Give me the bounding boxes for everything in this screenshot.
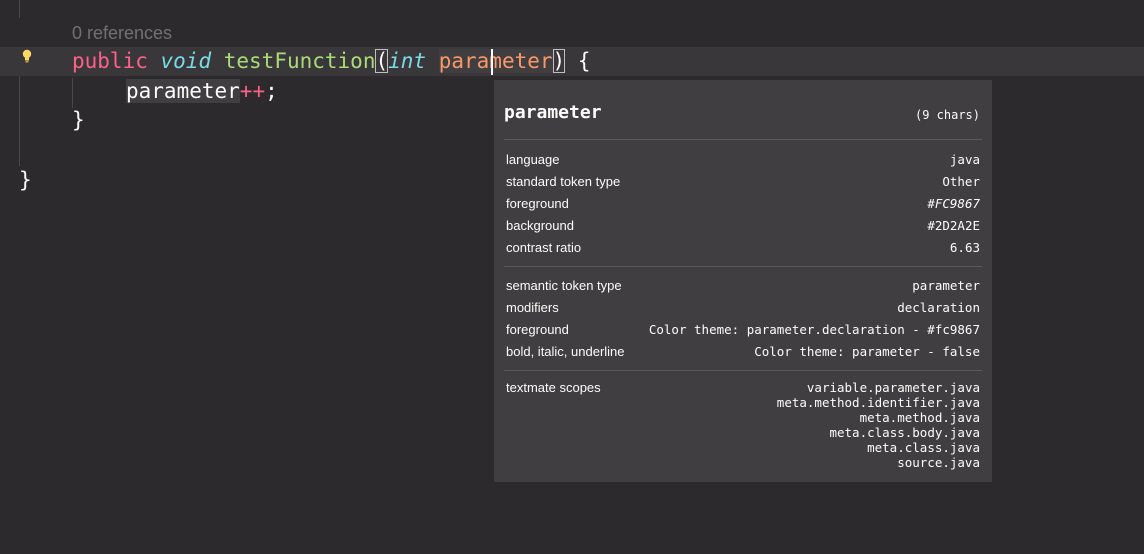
scope-item: variable.parameter.java: [806, 380, 980, 395]
separator: [504, 266, 982, 267]
indent-guide: [19, 0, 20, 18]
open-paren: (: [375, 49, 389, 73]
token-inspector-hover: parameter (9 chars) language java standar…: [493, 79, 993, 483]
code-line-3[interactable]: }: [72, 106, 85, 135]
info-row: background #2D2A2E: [506, 218, 980, 233]
char-count: (9 chars): [914, 108, 980, 122]
scopes-label: textmate scopes: [506, 380, 601, 395]
close-brace: }: [19, 168, 32, 192]
close-paren: ): [552, 49, 566, 73]
text-cursor: [491, 49, 493, 75]
code-line-5[interactable]: }: [19, 166, 32, 195]
keyword-void: void: [160, 49, 212, 73]
parameter-token: parameter: [438, 49, 553, 73]
close-brace: }: [72, 108, 85, 132]
scope-item: source.java: [897, 455, 980, 470]
code-editor[interactable]: 0 references public void testFunction(in…: [0, 0, 1144, 554]
keyword-public: public: [72, 49, 148, 73]
indent-guide: [19, 76, 20, 166]
info-row: modifiers declaration: [506, 300, 980, 315]
hover-title: parameter: [504, 102, 602, 123]
semicolon: ;: [265, 79, 278, 103]
increment-operator: ++: [239, 79, 266, 103]
lightbulb-icon[interactable]: [21, 49, 33, 63]
info-row: contrast ratio 6.63: [506, 240, 980, 255]
separator: [504, 370, 982, 371]
codelens-references[interactable]: 0 references: [72, 23, 172, 44]
info-row: semantic token type parameter: [506, 278, 980, 293]
code-line-1[interactable]: public void testFunction(int parameter) …: [72, 47, 590, 76]
indent-guide: [72, 78, 73, 108]
scope-item: meta.class.java: [867, 440, 980, 455]
separator: [504, 139, 982, 140]
info-row: standard token type Other: [506, 174, 980, 189]
scopes-list: variable.parameter.java meta.method.iden…: [777, 380, 980, 470]
scope-item: meta.class.body.java: [829, 425, 980, 440]
code-line-2[interactable]: parameter++;: [126, 77, 278, 106]
scope-item: meta.method.java: [859, 410, 980, 425]
keyword-int: int: [388, 49, 427, 73]
parameter-usage: parameter: [126, 79, 240, 103]
info-row: foreground #FC9867: [506, 196, 980, 211]
info-row: foreground Color theme: parameter.declara…: [506, 322, 980, 337]
info-row: bold, italic, underline Color theme: para…: [506, 344, 980, 359]
info-row: language java: [506, 152, 980, 167]
function-name: testFunction: [223, 49, 376, 73]
scope-item: meta.method.identifier.java: [776, 395, 980, 410]
open-brace: {: [565, 49, 591, 73]
